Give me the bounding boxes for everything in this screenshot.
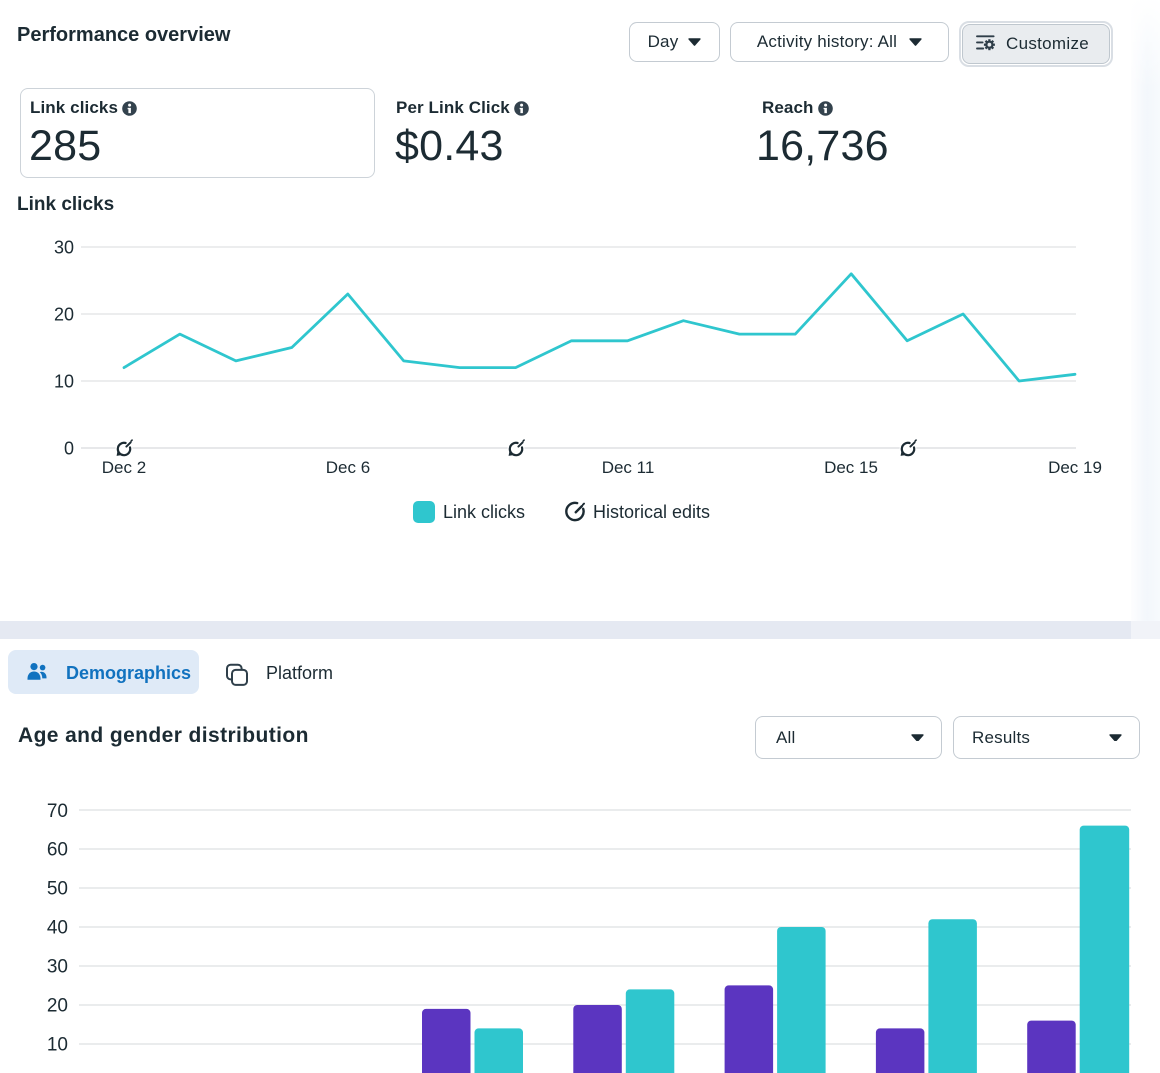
- svg-text:50: 50: [47, 879, 68, 900]
- svg-text:70: 70: [47, 801, 68, 822]
- svg-text:40: 40: [47, 918, 68, 939]
- svg-text:10: 10: [47, 1035, 68, 1056]
- svg-text:30: 30: [54, 238, 74, 258]
- svg-text:60: 60: [47, 840, 68, 861]
- svg-text:30: 30: [47, 957, 68, 978]
- svg-text:20: 20: [47, 996, 68, 1017]
- svg-text:10: 10: [54, 372, 74, 392]
- svg-text:20: 20: [54, 305, 74, 325]
